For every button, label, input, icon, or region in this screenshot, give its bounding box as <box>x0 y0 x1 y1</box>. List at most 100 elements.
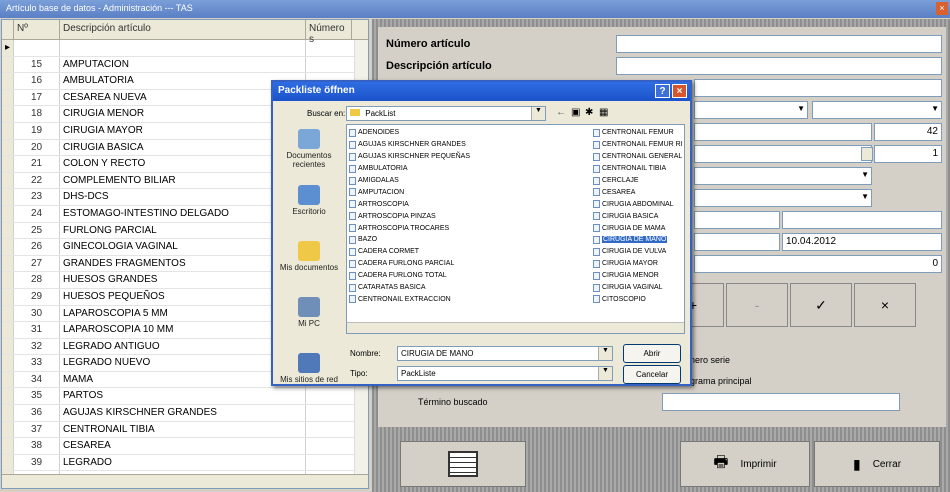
file-item[interactable]: CIRUGIA ABDOMINAL <box>593 198 684 210</box>
row-selector[interactable]: ▸ <box>2 40 14 56</box>
remove-button[interactable]: - <box>726 283 788 327</box>
row-selector[interactable] <box>2 288 14 305</box>
file-item[interactable]: CIRUGIA MENOR <box>593 270 684 282</box>
field-row-3[interactable] <box>694 79 942 97</box>
header-number[interactable]: Nº <box>14 20 60 39</box>
file-item[interactable]: CENTRONAIL GENERAL <box>593 151 684 163</box>
row-selector[interactable] <box>2 222 14 239</box>
search-term-field[interactable] <box>662 393 900 411</box>
print-button[interactable]: 🖶 Imprimir <box>680 441 810 487</box>
file-item[interactable]: AMBULATORIA <box>349 163 519 175</box>
row-selector[interactable] <box>2 189 14 205</box>
row-selector[interactable] <box>2 89 14 106</box>
row-selector[interactable] <box>2 106 14 122</box>
dropdown-a[interactable]: ▼ <box>694 101 808 119</box>
close-icon[interactable]: × <box>672 84 687 98</box>
view-menu-icon[interactable]: ▦ <box>599 107 608 118</box>
row-selector[interactable] <box>2 338 14 355</box>
dropdown-c[interactable]: ▼ <box>694 167 872 185</box>
file-item[interactable]: CENTRONAIL FEMUR <box>593 127 684 139</box>
row-selector[interactable] <box>2 73 14 89</box>
file-item[interactable]: CERCLAJE <box>593 175 684 187</box>
row-selector[interactable] <box>2 322 14 338</box>
file-item[interactable]: CENTRONAIL EXTRACCION <box>349 293 519 305</box>
cancel-dialog-button[interactable]: Cancelar <box>623 365 681 384</box>
file-item[interactable]: CENTRONAIL FEMUR RI <box>593 139 684 151</box>
table-row[interactable]: 39 LEGRADO <box>2 454 368 472</box>
new-folder-icon[interactable]: ✱ <box>585 107 593 118</box>
file-list-scrollbar[interactable] <box>347 322 684 333</box>
horizontal-scrollbar[interactable] <box>2 474 368 488</box>
list-button[interactable] <box>400 441 526 487</box>
table-row[interactable]: 36 AGUJAS KIRSCHNER GRANDES <box>2 405 368 422</box>
file-item[interactable]: BAZO <box>349 234 519 246</box>
file-item[interactable]: AMIGDALAS <box>349 175 519 187</box>
row-selector[interactable] <box>2 355 14 371</box>
look-in-combo[interactable]: PackList ▼ <box>346 106 546 121</box>
close-icon[interactable]: × <box>936 2 948 15</box>
place-computer[interactable]: Mi PC <box>276 295 342 351</box>
row-selector[interactable] <box>2 139 14 156</box>
row-selector[interactable] <box>2 405 14 421</box>
file-item[interactable]: ARTROSCOPIA TROCARES <box>349 222 519 234</box>
place-network[interactable]: Mis sitios de red <box>276 351 342 407</box>
file-type-combo[interactable]: PackListe ▼ <box>397 366 613 381</box>
row-selector[interactable] <box>2 205 14 222</box>
field-row-5[interactable] <box>694 123 872 141</box>
table-row[interactable]: ▸ <box>2 40 368 57</box>
date-field[interactable]: 10.04.2012 <box>782 233 942 251</box>
accept-button[interactable]: ✓ <box>790 283 852 327</box>
row-selector[interactable] <box>2 56 14 73</box>
file-item[interactable]: CENTRONAIL TIBIA <box>593 163 684 175</box>
file-item[interactable]: CADERA FURLONG PARCIAL <box>349 258 519 270</box>
row-selector[interactable] <box>2 255 14 272</box>
place-recent[interactable]: Documentos recientes <box>276 127 342 183</box>
row-selector[interactable] <box>2 421 14 438</box>
file-item[interactable]: AMPUTACION <box>349 186 519 198</box>
open-button[interactable]: Abrir <box>623 344 681 363</box>
file-item[interactable]: ARTROSCOPIA <box>349 198 519 210</box>
table-row[interactable]: 37 CENTRONAIL TIBIA <box>2 421 368 439</box>
lookup-button[interactable] <box>861 147 873 161</box>
value-1-field[interactable]: 1 <box>874 145 942 163</box>
file-item[interactable]: CITOSCOPIO <box>593 293 684 305</box>
file-name-field[interactable]: CIRUGIA DE MANO ▼ <box>397 346 613 361</box>
row-selector[interactable] <box>2 239 14 255</box>
row-selector[interactable] <box>2 272 14 288</box>
file-item[interactable]: CIRUGIA DE VULVA <box>593 246 684 258</box>
field-row-9b[interactable] <box>782 211 942 229</box>
file-item[interactable]: CIRUGIA MAYOR <box>593 258 684 270</box>
field-row-10a[interactable] <box>694 233 780 251</box>
file-item[interactable]: CIRUGIA VAGINAL <box>593 282 684 294</box>
file-item[interactable]: ADENOIDES <box>349 127 519 139</box>
file-item[interactable]: CADERA CORMET <box>349 246 519 258</box>
table-row[interactable]: 38 CESAREA <box>2 438 368 455</box>
field-row-9a[interactable] <box>694 211 780 229</box>
field-row-6[interactable] <box>694 145 872 163</box>
row-selector[interactable] <box>2 371 14 388</box>
file-item[interactable]: CIRUGIA BASICA <box>593 210 684 222</box>
file-item[interactable]: AGUJAS KIRSCHNER PEQUEÑAS <box>349 151 519 163</box>
file-item[interactable]: AGUJAS KIRSCHNER GRANDES <box>349 139 519 151</box>
row-selector[interactable] <box>2 454 14 471</box>
row-selector[interactable] <box>2 156 14 172</box>
file-item[interactable]: CIRUGIA DE MAMA <box>593 222 684 234</box>
up-folder-icon[interactable]: ▣ <box>571 107 580 118</box>
help-icon[interactable]: ? <box>655 84 670 98</box>
place-documents[interactable]: Mis documentos <box>276 239 342 295</box>
cancel-button[interactable]: × <box>854 283 916 327</box>
file-item[interactable]: ARTROSCOPIA PINZAS <box>349 210 519 222</box>
numero-articulo-field[interactable] <box>616 35 942 53</box>
file-item[interactable]: CATARATAS BASICA <box>349 282 519 294</box>
row-selector[interactable] <box>2 122 14 139</box>
descripcion-articulo-field[interactable] <box>616 57 942 75</box>
back-icon[interactable]: ← <box>556 107 566 118</box>
header-description[interactable]: Descripción artículo <box>60 20 306 39</box>
row-selector[interactable] <box>2 305 14 322</box>
close-button[interactable]: ▮ Cerrar <box>814 441 940 487</box>
table-row[interactable]: 15 AMPUTACION <box>2 56 368 74</box>
row-selector[interactable] <box>2 438 14 454</box>
dropdown-b[interactable]: ▼ <box>812 101 942 119</box>
value-42-field[interactable]: 42 <box>874 123 942 141</box>
file-item[interactable]: CIRUGIA DE MANO <box>593 234 684 246</box>
